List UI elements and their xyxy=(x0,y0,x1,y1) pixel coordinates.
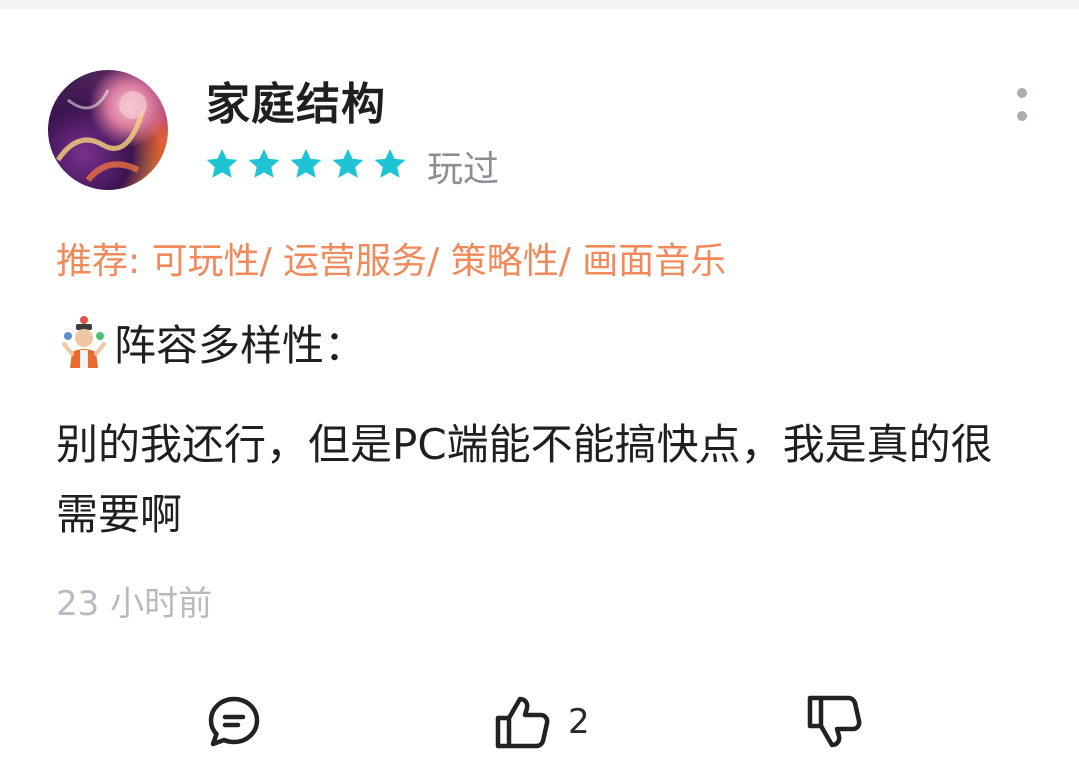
like-button[interactable]: 2 xyxy=(494,694,590,750)
star-icon xyxy=(374,148,406,178)
comment-button[interactable] xyxy=(206,694,262,750)
review-heading: 阵容多样性： xyxy=(56,313,366,371)
star-icon xyxy=(290,148,322,178)
play-status: 玩过 xyxy=(427,149,500,190)
top-divider-strip xyxy=(0,0,1079,9)
recommend-tags: 推荐: 可玩性/ 运营服务/ 策略性/ 画面音乐 xyxy=(56,241,727,282)
thumbs-down-icon xyxy=(807,695,862,748)
dislike-button[interactable] xyxy=(806,694,864,750)
star-icon xyxy=(332,148,364,178)
review-body: 别的我还行，但是PC端能不能搞快点，我是真的很需要啊 xyxy=(56,420,993,539)
star-icon xyxy=(248,148,280,178)
username[interactable]: 家庭结构 xyxy=(206,68,386,132)
star-icon xyxy=(206,148,238,178)
comment-icon xyxy=(208,696,260,747)
rating-stars xyxy=(203,145,409,183)
like-count: 2 xyxy=(568,702,590,742)
juggler-emoji-icon xyxy=(62,316,106,368)
more-options-icon[interactable] xyxy=(1004,86,1040,126)
heading-text: 阵容多样性： xyxy=(114,320,367,370)
avatar[interactable] xyxy=(48,70,168,190)
thumbs-up-icon xyxy=(495,696,550,749)
timestamp: 23 小时前 xyxy=(56,584,213,624)
